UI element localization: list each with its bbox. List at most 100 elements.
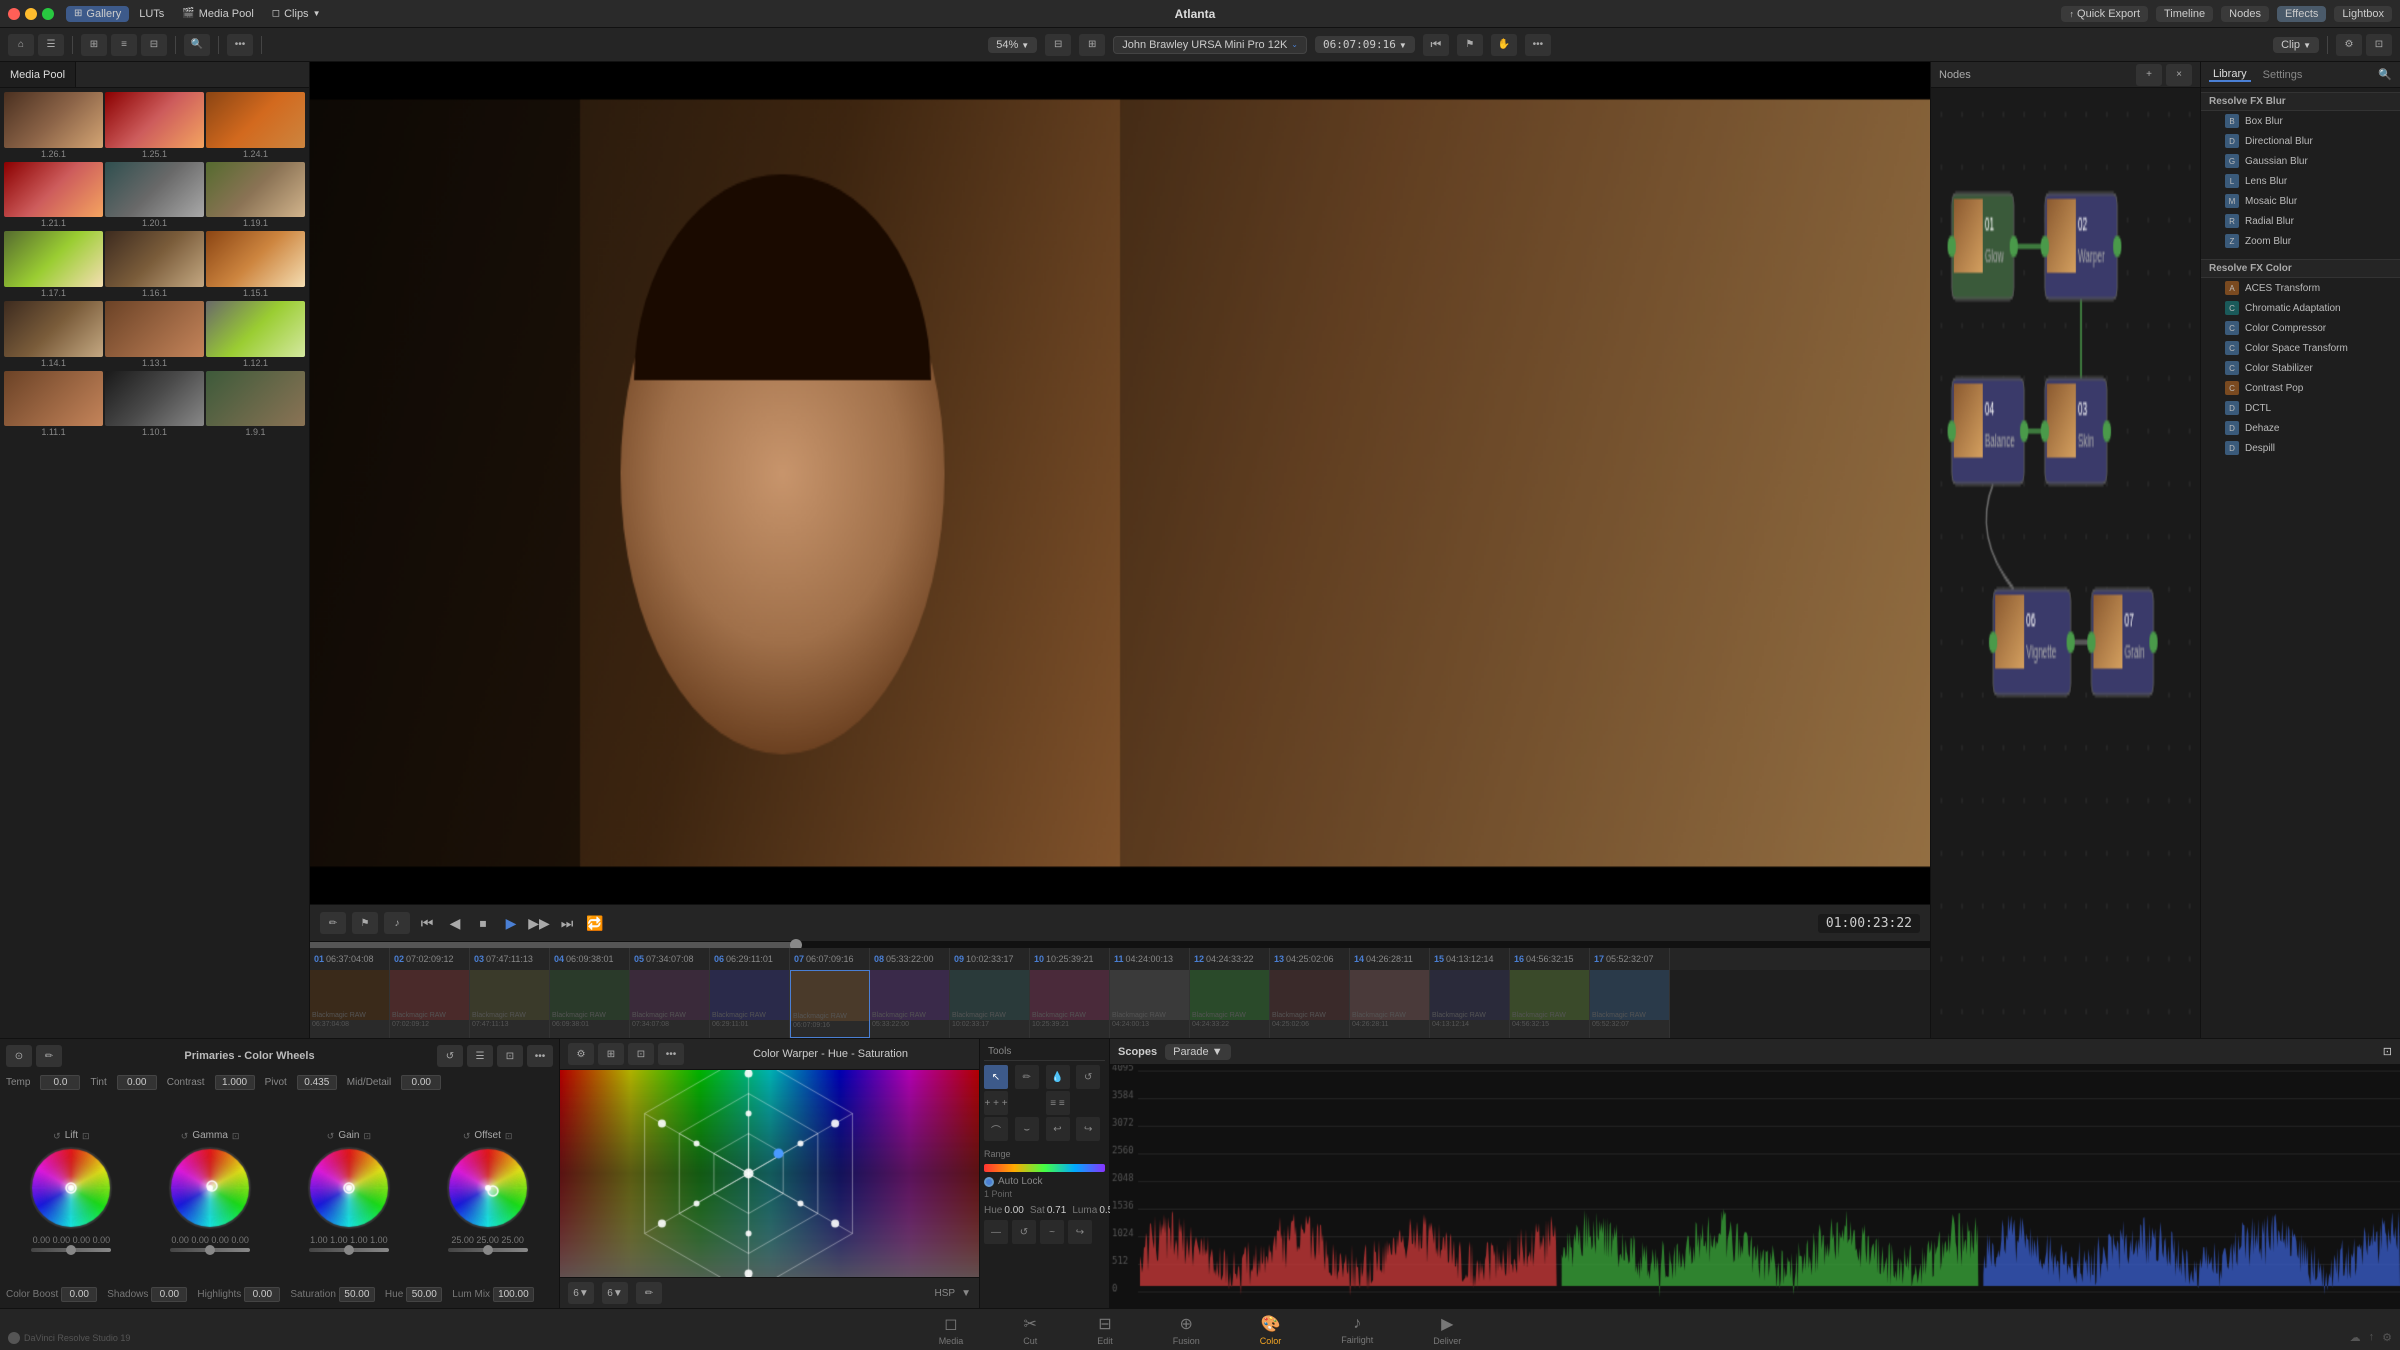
pivot-value[interactable]: 0.435: [297, 1075, 337, 1090]
fx-zoom-blur[interactable]: Z Zoom Blur: [2201, 231, 2400, 251]
hue-value[interactable]: 50.00: [406, 1287, 442, 1302]
fx-color-compressor[interactable]: C Color Compressor: [2201, 318, 2400, 338]
tab-edit[interactable]: ⊟ Edit: [1087, 1312, 1123, 1348]
warper-pen[interactable]: ✏: [636, 1282, 662, 1304]
clip-selector[interactable]: John Brawley URSA Mini Pro 12K ⌄: [1113, 36, 1307, 54]
tl-clip-track[interactable]: Blackmagic RAW 07:34:07:08: [630, 970, 710, 1038]
tab-library[interactable]: Library: [2209, 68, 2251, 82]
tool-pen[interactable]: ✏: [1015, 1065, 1039, 1089]
tl-clip-track[interactable]: Blackmagic RAW 10:02:33:17: [950, 970, 1030, 1038]
tl-clip-track[interactable]: Blackmagic RAW 06:37:04:08: [310, 970, 390, 1038]
close-button[interactable]: [8, 8, 20, 20]
warper-6-btn[interactable]: 6▼: [568, 1282, 594, 1304]
cw-reset[interactable]: ↺: [437, 1045, 463, 1067]
wheel-slider[interactable]: [31, 1248, 111, 1252]
node-add[interactable]: +: [2136, 64, 2162, 86]
wheel-slider[interactable]: [309, 1248, 389, 1252]
fx-directional-blur[interactable]: D Directional Blur: [2201, 131, 2400, 151]
flag-tool[interactable]: ⚑: [352, 912, 378, 934]
tab-fairlight[interactable]: ♪ Fairlight: [1331, 1313, 1383, 1347]
wheel-gain[interactable]: ↺ Gain ⊡ 1.00 1.00 1.00 1.00: [284, 1130, 415, 1252]
tab-deliver[interactable]: ▶ Deliver: [1423, 1312, 1471, 1348]
wheel-lift[interactable]: ↺ Lift ⊡ 0.00 0.00 0.00 0.00: [6, 1130, 137, 1252]
zoom-selector[interactable]: 54% ▼: [988, 37, 1037, 53]
tl-clip-track[interactable]: Blackmagic RAW 04:26:28:11: [1350, 970, 1430, 1038]
more-btn[interactable]: •••: [227, 34, 253, 56]
scopes-mode[interactable]: Parade ▼: [1165, 1044, 1230, 1060]
warper-grid[interactable]: ⊞: [598, 1043, 624, 1065]
tab-media-pool[interactable]: Media Pool: [0, 62, 76, 87]
step-back-btn[interactable]: ◀: [444, 912, 466, 934]
menu-clips[interactable]: ◻ Clips ▼: [264, 6, 329, 22]
wheel-reset-btn[interactable]: ↺: [463, 1131, 471, 1142]
fx-contrast-pop[interactable]: C Contrast Pop: [2201, 378, 2400, 398]
fx-color-space-transform[interactable]: C Color Space Transform: [2201, 338, 2400, 358]
tl-clip-track[interactable]: Blackmagic RAW 04:13:12:14: [1430, 970, 1510, 1038]
fit-btn[interactable]: ⊟: [1045, 34, 1071, 56]
tl-clip-track[interactable]: Blackmagic RAW 10:25:39:21: [1030, 970, 1110, 1038]
fill-btn[interactable]: ⊞: [1079, 34, 1105, 56]
tab-color[interactable]: 🎨 Color: [1250, 1312, 1292, 1348]
thumbnail-item[interactable]: 1.16.1: [105, 231, 204, 299]
thumbnail-item[interactable]: 1.20.1: [105, 162, 204, 230]
tool-select[interactable]: ↖: [984, 1065, 1008, 1089]
tool-curve2[interactable]: ⌣: [1015, 1117, 1039, 1141]
wheel-expand-btn[interactable]: ⊡: [232, 1131, 240, 1142]
wheel-gamma[interactable]: ↺ Gamma ⊡ 0.00 0.00 0.00 0.00: [145, 1130, 276, 1252]
loop-btn[interactable]: 🔁: [584, 912, 606, 934]
tool-add-col[interactable]: ≡ ≡: [1046, 1091, 1070, 1115]
minimize-button[interactable]: [25, 8, 37, 20]
fx-chromatic-adaptation[interactable]: C Chromatic Adaptation: [2201, 298, 2400, 318]
shadows-value[interactable]: 0.00: [151, 1287, 187, 1302]
audio-tool[interactable]: ♪: [384, 912, 410, 934]
wheel-expand-btn[interactable]: ⊡: [505, 1131, 513, 1142]
clip-mode[interactable]: Clip ▼: [2273, 37, 2319, 53]
lum-mix-value[interactable]: 100.00: [493, 1287, 534, 1302]
tint-value[interactable]: 0.00: [117, 1075, 157, 1090]
cw-menu[interactable]: ☰: [467, 1045, 493, 1067]
detail-btn[interactable]: ⊟: [141, 34, 167, 56]
warper-mode-arrow[interactable]: ▼: [961, 1288, 971, 1299]
cw-expand[interactable]: ⊡: [497, 1045, 523, 1067]
warper-6-btn2[interactable]: 6▼: [602, 1282, 628, 1304]
mid-detail-value[interactable]: 0.00: [401, 1075, 441, 1090]
fx-box-blur[interactable]: B Box Blur: [2201, 111, 2400, 131]
wheel-expand-btn[interactable]: ⊡: [363, 1131, 371, 1142]
library-search-btn[interactable]: 🔍: [2378, 68, 2392, 81]
fx-dctl[interactable]: D DCTL: [2201, 398, 2400, 418]
fx-aces-transform[interactable]: A ACES Transform: [2201, 278, 2400, 298]
fx-gaussian-blur[interactable]: G Gaussian Blur: [2201, 151, 2400, 171]
stop-btn[interactable]: ⏹: [472, 912, 494, 934]
color-boost-value[interactable]: 0.00: [61, 1287, 97, 1302]
menu-media-pool[interactable]: 🎬 Media Pool: [174, 6, 262, 22]
fx-lens-blur[interactable]: L Lens Blur: [2201, 171, 2400, 191]
tool-eyedrop[interactable]: 💧: [1046, 1065, 1070, 1089]
cw-more[interactable]: •••: [527, 1045, 553, 1067]
wheel-slider[interactable]: [448, 1248, 528, 1252]
tab-fusion[interactable]: ⊕ Fusion: [1163, 1312, 1210, 1348]
wheel-slider[interactable]: [170, 1248, 250, 1252]
home-btn[interactable]: ⌂: [8, 34, 34, 56]
menu-luts[interactable]: LUTs: [131, 6, 172, 22]
tool-curve1[interactable]: ⌒: [984, 1117, 1008, 1141]
thumbnail-item[interactable]: 1.26.1: [4, 92, 103, 160]
tl-clip-track[interactable]: Blackmagic RAW 05:33:22:00: [870, 970, 950, 1038]
fx-dehaze[interactable]: D Dehaze: [2201, 418, 2400, 438]
tool-redo2[interactable]: ↪: [1068, 1220, 1092, 1244]
fx-color-stabilizer[interactable]: C Color Stabilizer: [2201, 358, 2400, 378]
wheel-reset-btn[interactable]: ↺: [181, 1131, 189, 1142]
tab-media[interactable]: ◻ Media: [929, 1312, 974, 1348]
tool-flat[interactable]: —: [984, 1220, 1008, 1244]
wheel-expand-btn[interactable]: ⊡: [82, 1131, 90, 1142]
tl-clip-track[interactable]: Blackmagic RAW 04:24:00:13: [1110, 970, 1190, 1038]
tool-add-row[interactable]: + + +: [984, 1091, 1008, 1115]
cw-pencil[interactable]: ✏: [36, 1045, 62, 1067]
fx-mosaic-blur[interactable]: M Mosaic Blur: [2201, 191, 2400, 211]
tool-reset[interactable]: ↺: [1076, 1065, 1100, 1089]
more-tools[interactable]: •••: [1525, 34, 1551, 56]
node-del[interactable]: ×: [2166, 64, 2192, 86]
timecode-input[interactable]: 06:07:09:16 ▼: [1315, 36, 1415, 53]
tool-undo[interactable]: ↩: [1046, 1117, 1070, 1141]
maximize-button[interactable]: [42, 8, 54, 20]
menu-gallery[interactable]: ⊞ Gallery: [66, 6, 129, 22]
